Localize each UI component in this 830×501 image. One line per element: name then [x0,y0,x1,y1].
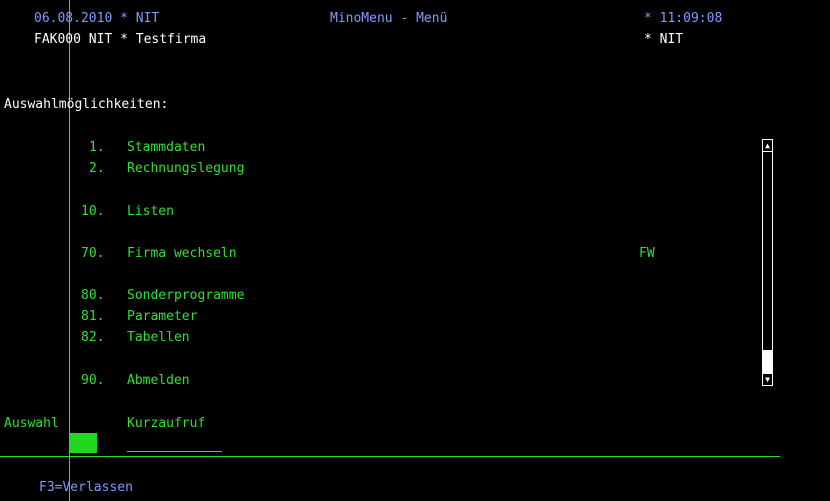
menu-item-label: Sonderprogramme [127,288,245,303]
menu-item-number: 70. [81,246,105,261]
menu-item-shortcut: FW [639,246,655,261]
menu-item-number: 1. [89,140,105,155]
menu-scrollbar[interactable]: ▲ ▼ [762,139,773,386]
screen-title: MinoMenu - Menü [330,11,448,26]
header-date-user: 06.08.2010 * NIT [34,11,160,26]
header-user: * NIT [644,32,684,47]
menu-item-number: 2. [89,161,105,176]
menu-item-number: 80. [81,288,105,303]
header-company: FAK000 NIT * Testfirma [34,32,207,47]
scroll-track[interactable] [763,152,772,362]
header-time: * 11:09:08 [644,11,723,26]
auswahl-label: Auswahl [4,416,59,431]
scroll-thumb[interactable] [763,350,772,374]
column-guide-line [69,0,70,501]
auswahl-input[interactable] [70,433,97,453]
menu-item-number: 10. [81,204,105,219]
footer-divider [0,456,780,457]
menu-item-number: 82. [81,330,105,345]
menu-item-label: Rechnungslegung [127,161,245,176]
menu-item-number: 90. [81,373,105,388]
f3-exit-key[interactable]: F3=Verlassen [39,480,133,496]
menu-item-label: Tabellen [127,330,190,345]
scroll-up-arrow-icon[interactable]: ▲ [763,140,772,152]
section-title: Auswahlmöglichkeiten: [4,97,169,112]
menu-item-label: Abmelden [127,373,190,388]
scroll-down-arrow-icon[interactable]: ▼ [763,373,772,385]
menu-item-label: Parameter [127,309,198,324]
menu-item-label: Stammdaten [127,140,206,155]
kurzaufruf-input[interactable] [127,451,222,452]
menu-item-number: 81. [81,309,105,324]
menu-item-label: Listen [127,204,174,219]
menu-item-label: Firma wechseln [127,246,237,261]
kurzaufruf-label: Kurzaufruf [127,416,206,431]
